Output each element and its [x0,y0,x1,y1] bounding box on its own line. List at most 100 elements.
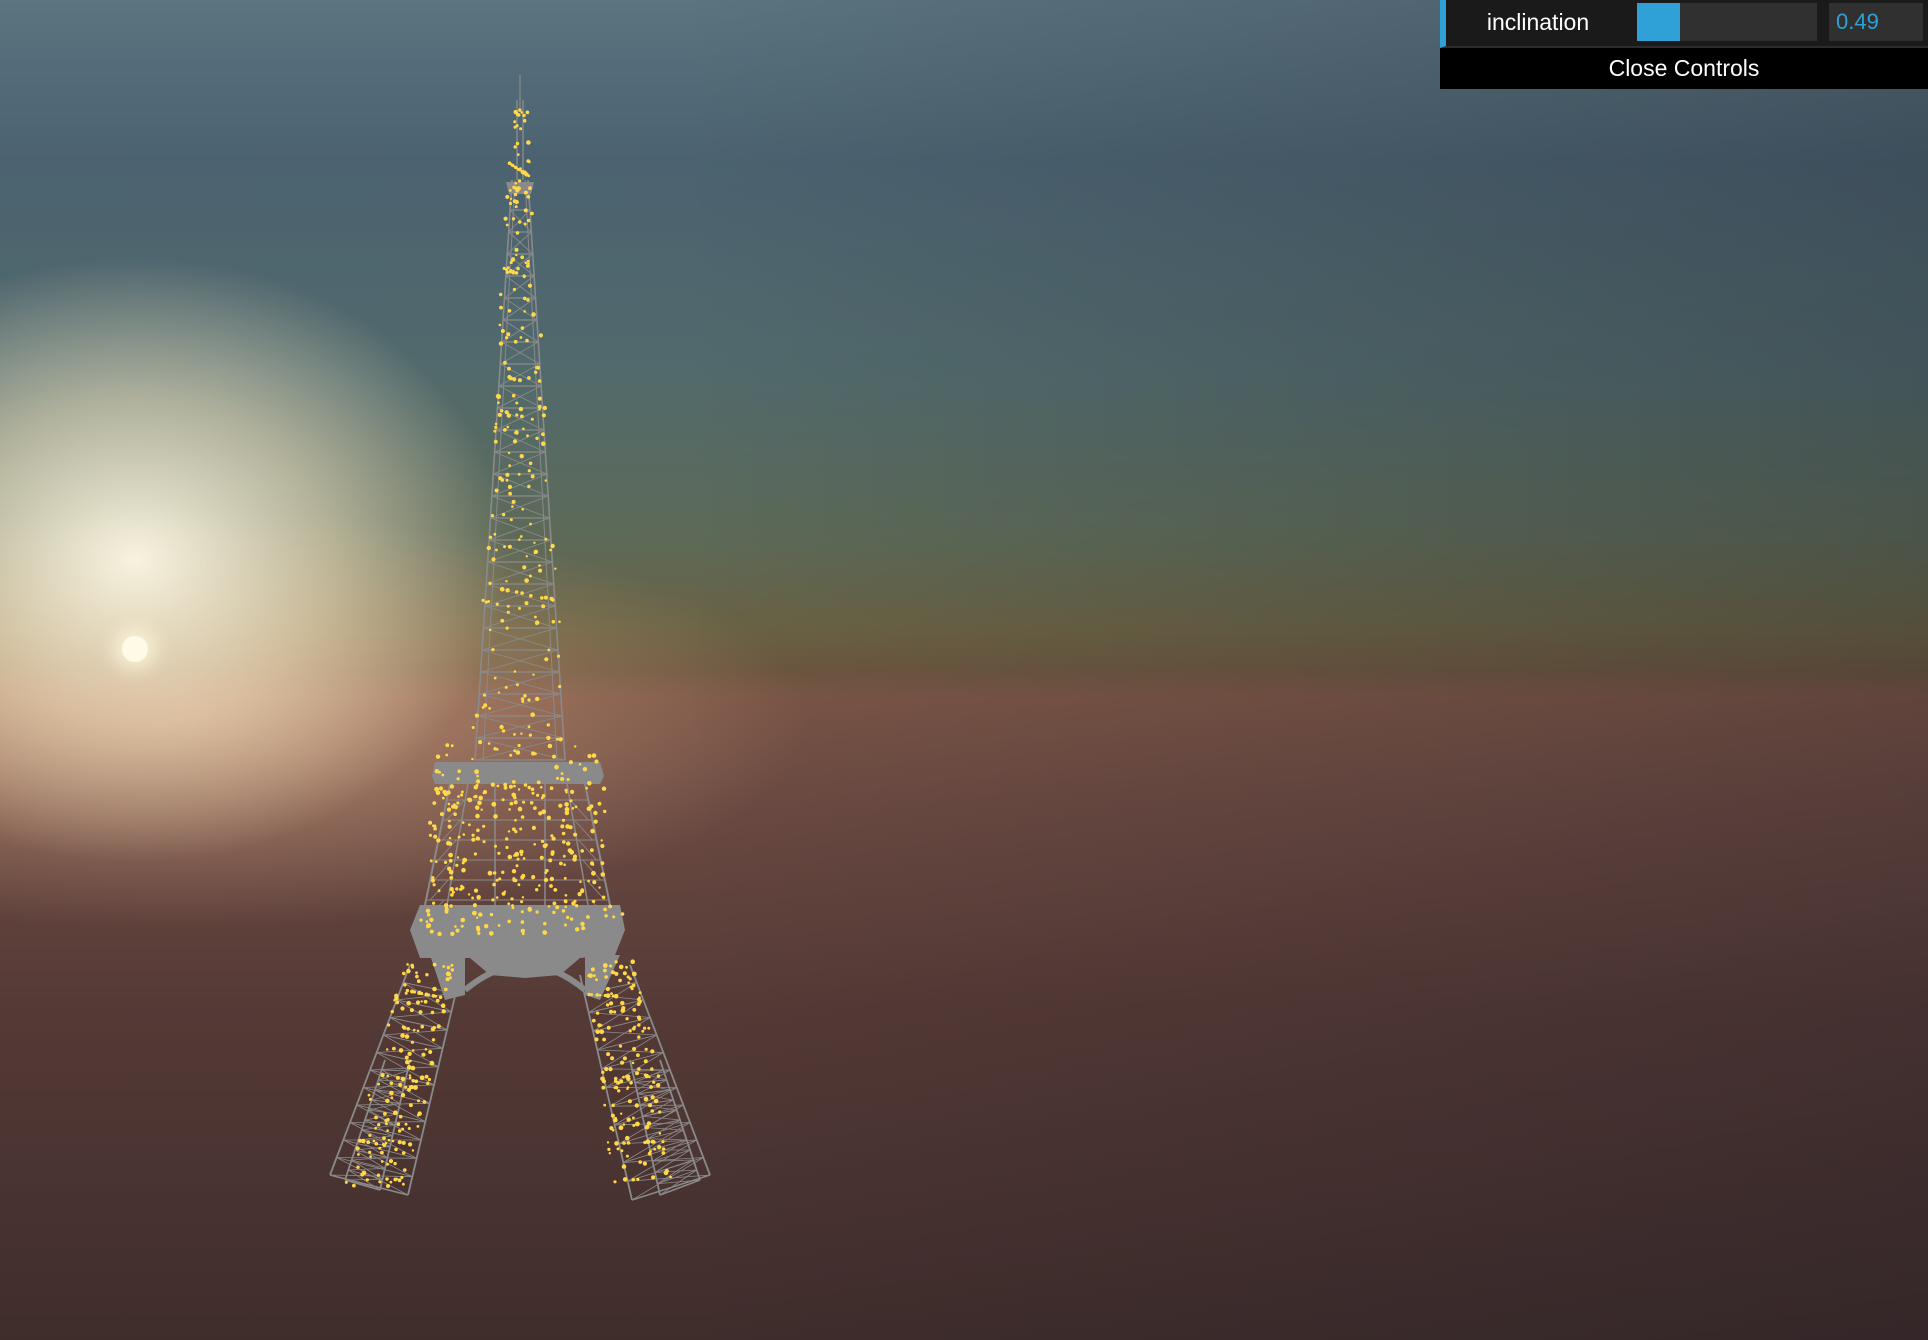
sparkle [486,545,491,551]
tower-strut [497,385,542,409]
sparkle [622,1075,625,1079]
sparkle [468,823,471,827]
sparkle [620,1000,625,1006]
inclination-value-input[interactable] [1829,3,1923,41]
sparkle [513,800,518,805]
sparkle [514,818,517,822]
sparkle [476,916,479,919]
tower-strut [497,407,545,431]
sparkle [520,326,525,330]
sparkle [400,1006,405,1011]
sparkle [533,806,537,810]
sparkle [650,1095,655,1100]
sparkle [643,1059,648,1064]
sparkle [491,557,496,562]
sparkle [376,1173,381,1177]
sparkle [519,535,523,538]
sparkle [513,110,518,115]
sparkle [527,907,533,912]
sparkle [461,867,466,873]
sparkle [618,1125,624,1131]
sparkle [656,1083,661,1088]
inclination-slider[interactable] [1637,3,1817,41]
sparkle [587,879,590,883]
sparkle [625,1135,630,1141]
sparkle [648,1075,651,1079]
sparkle [511,217,516,221]
sparkle [529,801,534,805]
sparkle [608,1152,611,1155]
sparkle [377,1123,381,1127]
sky-canvas[interactable] [0,0,1928,1340]
sparkle [389,1180,393,1184]
sparkle [647,1026,651,1030]
sparkle [449,904,453,908]
sparkle [426,913,431,917]
sparkle [514,830,518,834]
sparkle [467,797,473,803]
sparkle [590,828,595,834]
sparkle [494,844,497,848]
sparkle [411,1149,415,1152]
sparkle [480,808,483,811]
sparkle [526,259,530,263]
sparkle [460,924,464,928]
sparkle [661,1147,666,1151]
sparkle [520,414,524,419]
sparkle [436,838,441,843]
sparkle [415,1000,421,1005]
sparkle [497,691,501,694]
tower-strut [482,179,516,761]
sparkle [385,1177,389,1181]
sparkle [360,1138,366,1144]
sparkle [546,735,551,741]
sparkle [537,379,542,383]
sparkle [505,270,510,274]
sparkle [537,396,542,401]
sparkle [408,1074,412,1077]
sparkle [552,754,556,759]
tower-deck [432,762,604,784]
sparkle [505,478,509,482]
sparkle [441,1009,446,1014]
sparkle [508,808,511,811]
sparkle [467,893,471,896]
sparkle [503,428,507,432]
sparkle [501,729,506,733]
tower-strut [644,1127,684,1131]
sparkle [547,648,551,652]
sparkle [446,965,451,970]
sparkle [424,1048,428,1051]
sparkle [493,532,497,536]
sparkle [444,909,449,914]
sparkle [495,878,499,882]
sparkle [520,910,524,914]
sparkle [508,189,512,192]
sparkle [395,1177,399,1181]
sparkle [507,830,511,833]
sparkle [591,899,596,904]
sparkle [505,837,509,841]
sparkle [419,1075,425,1081]
sparkle [607,1147,611,1151]
sparkle [388,1159,394,1164]
sparkle [564,894,568,897]
sparkle [402,971,406,976]
sparkle [549,884,553,888]
sparkle [428,833,432,837]
sparkle [453,804,458,810]
tower-wireframe [329,75,711,1201]
sparkle [580,889,585,894]
sparkle [593,819,598,824]
sparkle [495,602,499,606]
sparkle [527,469,531,473]
sparkle [401,1127,405,1131]
sparkle [641,1029,645,1033]
sparkle [493,429,497,433]
sparkle [513,125,517,129]
sparkle [447,824,452,829]
sparkle [524,601,529,606]
sparkle [574,745,577,748]
sparkle [556,776,559,780]
close-controls-button[interactable]: Close Controls [1440,48,1928,89]
